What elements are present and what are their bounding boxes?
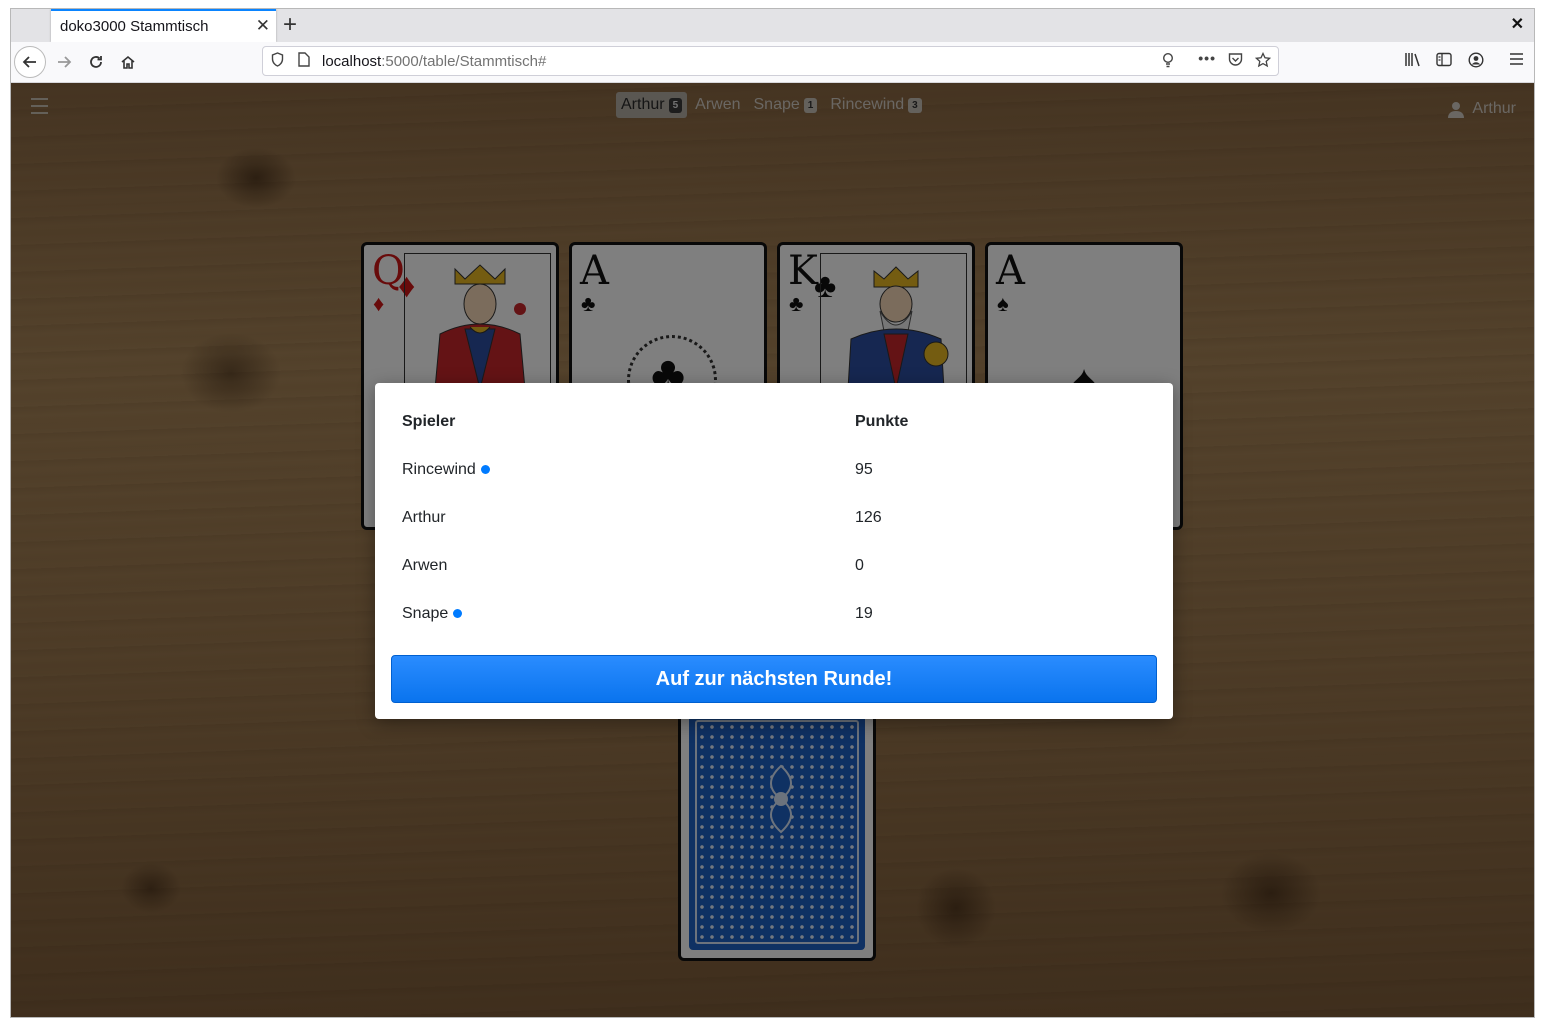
tab-active[interactable]: doko3000 Stammtisch ✕ [51,9,276,42]
page-icon[interactable] [298,52,310,70]
score-dialog: Spieler Punkte Rincewind 95 Arthur 126 A… [375,383,1173,719]
score-points-cell: 126 [855,509,882,526]
url-text[interactable]: localhost:5000/table/Stammtisch# [322,53,546,70]
arrow-left-icon [22,56,36,68]
shield-icon[interactable] [271,52,284,70]
team-marker-dot [480,465,490,475]
forward-button[interactable] [48,46,80,78]
score-table-header: Spieler Punkte [402,398,1146,446]
score-player-name: Rincewind [402,461,476,478]
window-close-button[interactable]: ✕ [1511,14,1524,34]
address-bar[interactable]: localhost:5000/table/Stammtisch# ••• [262,46,1279,76]
lightbulb-icon[interactable] [1162,52,1174,71]
score-points-cell: 0 [855,557,864,574]
next-round-button[interactable]: Auf zur nächsten Runde! [391,655,1157,703]
reload-button[interactable] [80,46,112,78]
score-player-name: Arthur [402,509,446,526]
url-path: :5000/table/Stammtisch# [381,53,547,70]
tab-title: doko3000 Stammtisch [60,18,209,35]
app-menu-icon[interactable] [1509,52,1524,70]
score-row: Arwen 0 [402,542,1146,590]
account-icon[interactable] [1468,52,1484,72]
back-button[interactable] [14,46,46,78]
new-tab-button[interactable]: + [283,11,297,39]
team-marker-dot [453,609,463,619]
score-player-cell: Snape [402,605,463,623]
score-points-cell: 19 [855,605,873,622]
tab-close-icon[interactable]: ✕ [256,16,270,36]
bookmark-star-icon[interactable] [1254,51,1272,71]
arrow-right-icon [58,56,72,68]
score-row: Rincewind 95 [402,446,1146,494]
library-icon[interactable] [1404,52,1421,71]
score-points-cell: 95 [855,461,873,478]
reload-icon [90,56,102,68]
score-player-name: Arwen [402,557,448,574]
navigation-toolbar: localhost:5000/table/Stammtisch# ••• [11,42,1534,83]
game-table: Arthur 5 Arwen Snape 1 Rincewind 3 Arthu… [11,83,1534,1017]
score-row: Snape 19 [402,590,1146,638]
sidebar-icon[interactable] [1436,52,1452,71]
player-column-header: Spieler [402,413,456,430]
browser-window: doko3000 Stammtisch ✕ + ✕ localhost:5000… [10,8,1535,1018]
score-player-name: Snape [402,605,449,622]
pocket-icon[interactable] [1228,52,1243,70]
score-player-cell: Rincewind [402,461,490,479]
more-actions-icon[interactable]: ••• [1198,50,1216,66]
home-button[interactable] [112,46,144,78]
score-row: Arthur 126 [402,494,1146,542]
tab-strip: doko3000 Stammtisch ✕ + ✕ [11,9,1534,42]
home-icon [121,55,135,69]
points-column-header: Punkte [855,413,909,430]
url-host: localhost [322,53,382,70]
